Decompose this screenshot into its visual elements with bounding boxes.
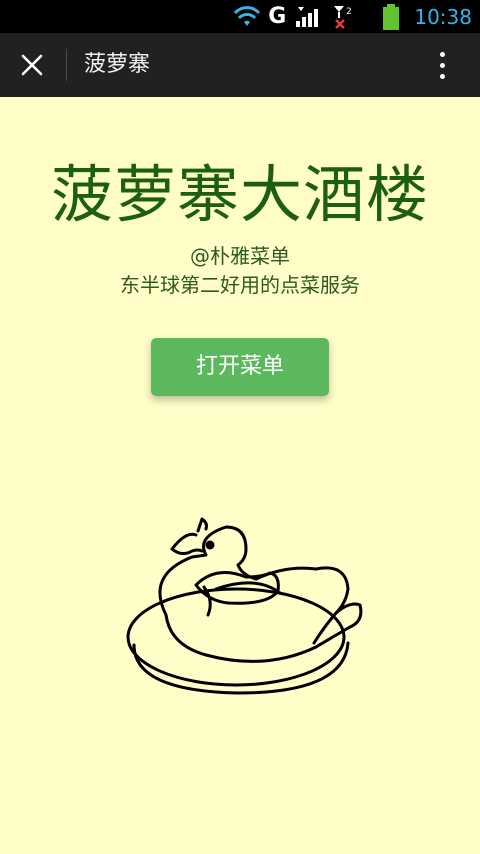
battery-icon [383, 3, 400, 30]
tagline: 东半球第二好用的点菜服务 [120, 273, 360, 297]
app-title: 菠萝寨 [84, 52, 151, 77]
open-menu-button[interactable]: 打开菜单 [151, 338, 329, 396]
app-bar-divider [66, 49, 67, 81]
status-icons: G 2 10:38 [234, 0, 472, 33]
network-type-label: G [268, 4, 287, 29]
clock: 10:38 [414, 4, 472, 29]
more-vert-icon [439, 51, 445, 57]
close-icon [21, 54, 43, 76]
close-button[interactable] [14, 47, 50, 83]
status-bar: G 2 10:38 [0, 0, 480, 33]
wifi-icon [234, 5, 261, 26]
app-bar: 菠萝寨 [0, 33, 480, 97]
svg-text:2: 2 [346, 7, 352, 17]
restaurant-name: 菠萝寨大酒楼 [50, 158, 429, 231]
signal-no-sim-icon: 2 [334, 5, 352, 29]
more-options-button[interactable] [424, 47, 460, 83]
brand-handle: @朴雅菜单 [190, 244, 290, 268]
main-content: 菠萝寨大酒楼 @朴雅菜单 东半球第二好用的点菜服务 打开菜单 [0, 97, 480, 854]
roast-duck-illustration [126, 517, 363, 695]
signal-icon [296, 6, 319, 27]
